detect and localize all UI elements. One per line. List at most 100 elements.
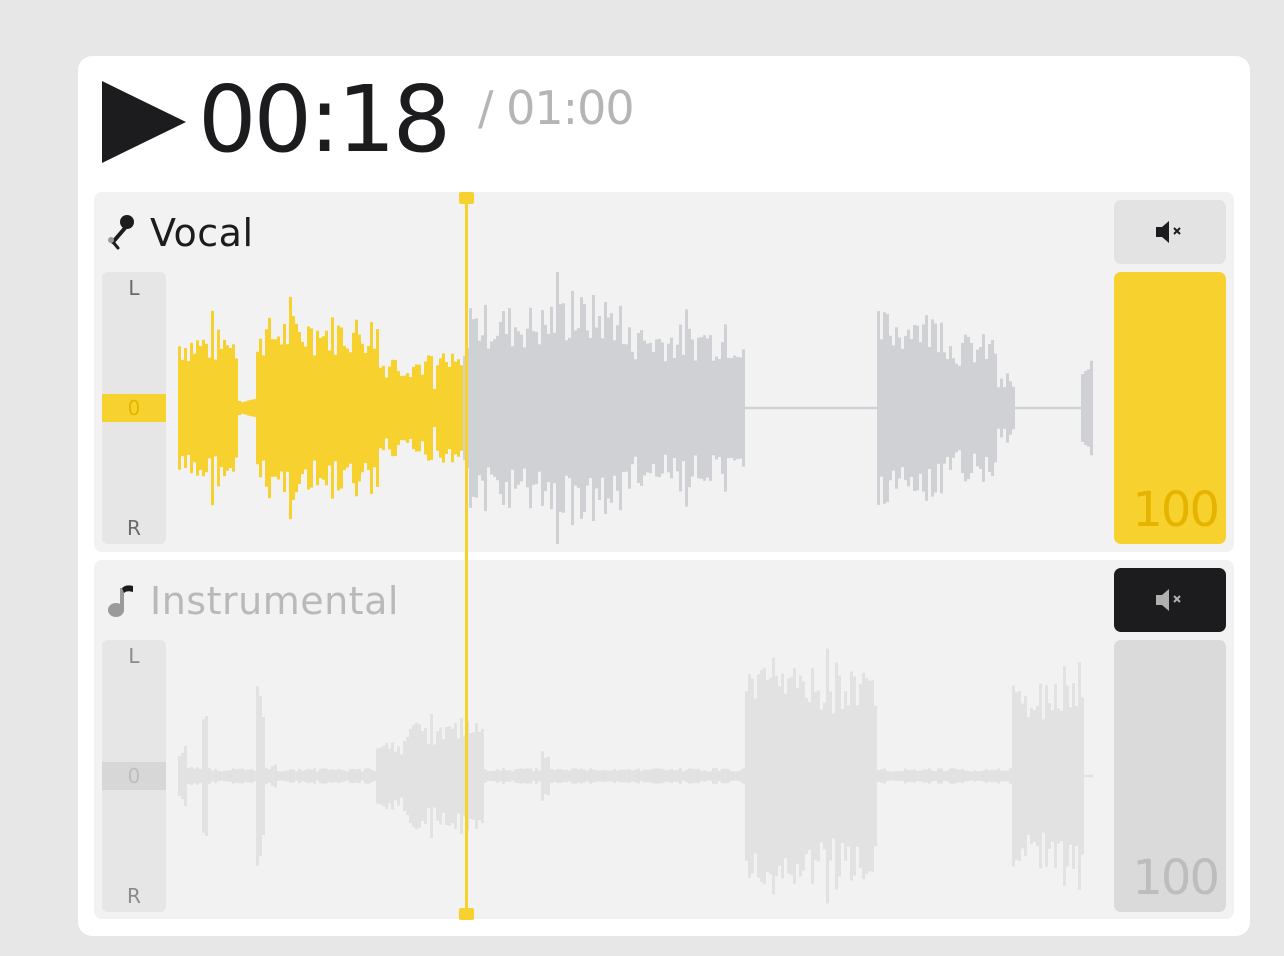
waveform-bar: [862, 406, 865, 410]
waveform-bar: [781, 406, 784, 410]
microphone-icon: [108, 215, 134, 250]
waveform-bar: [928, 346, 931, 470]
waveform-bar: [832, 713, 835, 839]
waveform-bar: [793, 668, 796, 884]
waveform-bar: [370, 769, 373, 783]
waveform-bar: [235, 358, 238, 458]
waveform-bar: [1060, 710, 1063, 842]
waveform-bar: [877, 311, 880, 505]
waveform-bar: [820, 406, 823, 410]
mute-button[interactable]: [1114, 568, 1226, 632]
waveform-bar: [676, 769, 679, 783]
waveform-bar: [667, 343, 670, 473]
waveform-bar: [1039, 406, 1042, 410]
waveform-bar: [856, 406, 859, 410]
track-name: Vocal: [150, 211, 254, 255]
volume-slider[interactable]: 100: [1114, 272, 1226, 544]
waveform-bar: [388, 366, 391, 450]
waveform-bar: [1033, 406, 1036, 410]
waveform-bar: [844, 406, 847, 410]
waveform-bar: [766, 406, 769, 410]
playhead-bottom-handle[interactable]: [459, 908, 474, 920]
waveform-bar: [304, 770, 307, 782]
waveform-bar: [745, 691, 748, 861]
volume-slider[interactable]: 100: [1114, 640, 1226, 912]
waveform-bar: [733, 771, 736, 781]
waveform-bar: [649, 342, 652, 474]
waveform-bar: [982, 334, 985, 482]
waveform-bar: [901, 771, 904, 781]
waveform-bar: [637, 332, 640, 484]
current-time: 00:18: [198, 66, 451, 173]
waveform-bar: [418, 364, 421, 452]
waveform-bar: [1051, 710, 1054, 842]
waveform-bar: [595, 770, 598, 782]
waveform-bar: [595, 327, 598, 489]
waveform-vocal[interactable]: [176, 272, 1102, 544]
mute-button[interactable]: [1114, 200, 1226, 264]
waveform-bar: [679, 324, 682, 492]
waveform-bar: [334, 354, 337, 462]
waveform-bar: [610, 313, 613, 503]
waveform-bar: [892, 345, 895, 471]
waveform-bar: [205, 343, 208, 473]
waveform-bar: [238, 400, 241, 416]
waveform-bar: [442, 353, 445, 463]
waveform-bar: [553, 332, 556, 484]
speaker-mute-icon: [1156, 589, 1181, 611]
waveform-bar: [922, 769, 925, 783]
music-note-icon: [108, 585, 133, 617]
waveform-bar: [412, 724, 415, 828]
waveform-bar: [985, 768, 988, 784]
waveform-bar: [646, 343, 649, 473]
pan-value[interactable]: 0: [102, 394, 166, 422]
waveform-bar: [1021, 406, 1024, 410]
waveform-bar: [325, 768, 328, 784]
waveform-bar: [454, 723, 457, 829]
waveform-bar: [385, 743, 388, 809]
waveform-bar: [979, 771, 982, 781]
waveform-bar: [898, 337, 901, 479]
waveform-bar: [418, 723, 421, 829]
waveform-bar: [556, 768, 559, 784]
waveform-bar: [565, 340, 568, 476]
waveform-bar: [913, 769, 916, 783]
waveform-bar: [478, 731, 481, 821]
waveform-bar: [958, 365, 961, 451]
waveform-bar: [721, 342, 724, 474]
waveform-bar: [1003, 770, 1006, 782]
waveform-bar: [796, 688, 799, 864]
pan-slider[interactable]: L 0 R: [102, 640, 166, 912]
pan-value[interactable]: 0: [102, 762, 166, 790]
pan-slider[interactable]: L 0 R: [102, 272, 166, 544]
waveform-bar: [394, 360, 397, 456]
waveform-bar: [391, 742, 394, 810]
waveform-bar: [820, 709, 823, 843]
waveform-bar: [214, 359, 217, 457]
waveform-bar: [673, 770, 676, 782]
waveform-instrumental[interactable]: [176, 640, 1102, 912]
waveform-bar: [184, 745, 187, 807]
waveform-bar: [886, 771, 889, 781]
waveform-bar: [292, 316, 295, 500]
play-button[interactable]: [102, 81, 186, 163]
waveform-bar: [433, 744, 436, 808]
waveform-bar: [697, 337, 700, 479]
waveform-bar: [922, 324, 925, 492]
waveform-bar: [526, 328, 529, 488]
waveform-bar: [859, 406, 862, 410]
waveform-bar: [1048, 702, 1051, 850]
playhead[interactable]: [459, 192, 475, 920]
waveform-bar: [715, 768, 718, 784]
waveform-bar: [241, 402, 244, 414]
waveform-bar: [394, 751, 397, 801]
waveform-bar: [607, 317, 610, 499]
playhead-top-handle[interactable]: [459, 192, 474, 204]
waveform-bar: [643, 340, 646, 476]
waveform-bar: [1030, 406, 1033, 410]
waveform-bar: [343, 770, 346, 782]
waveform-bar: [196, 767, 199, 785]
waveform-bar: [1087, 369, 1090, 447]
waveform-bar: [751, 678, 754, 874]
waveform-bar: [277, 771, 280, 781]
